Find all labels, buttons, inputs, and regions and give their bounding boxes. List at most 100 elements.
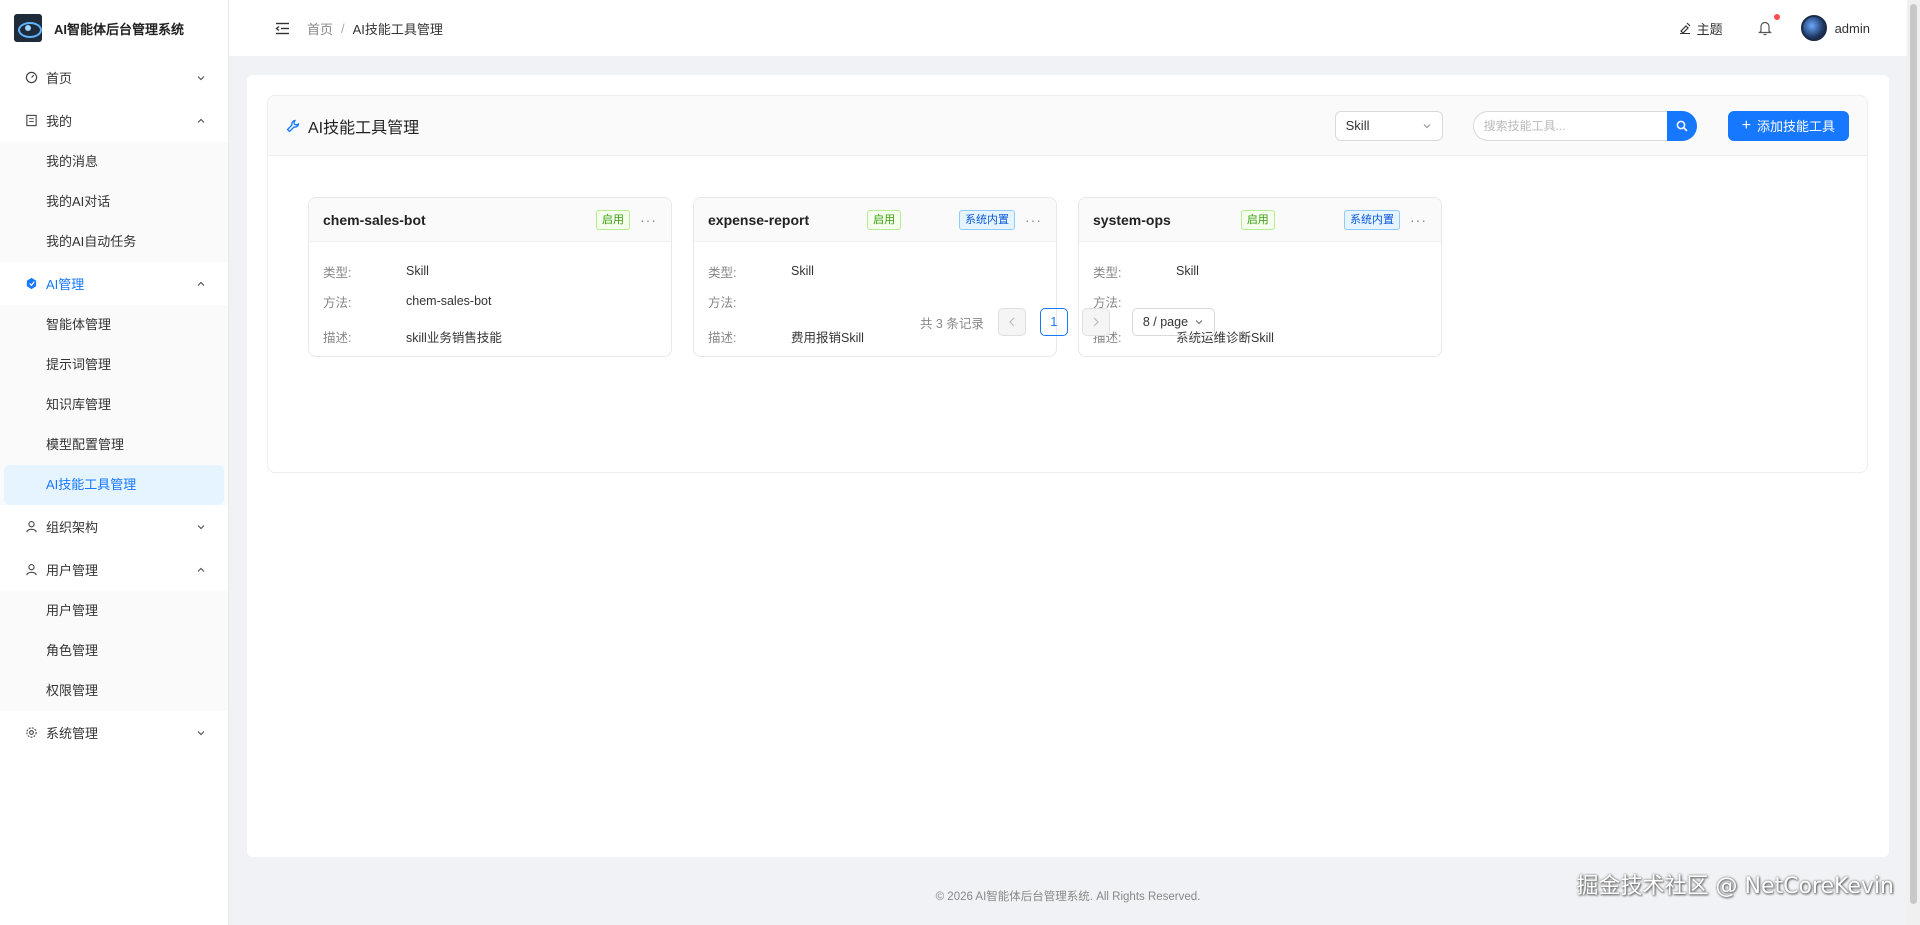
next-page-button[interactable] [1081,308,1110,336]
search-icon [1676,120,1688,132]
search-box [1472,110,1697,141]
top-header: 首页 / AI技能工具管理 主题 admin [229,0,1907,56]
tool-card-header: system-ops 启用 系统内置 ··· [1079,198,1441,242]
tool-name: expense-report [708,211,810,228]
type-label: 类型: [323,265,352,280]
main-content: AI技能工具管理 Skill + 添加技能工具 [247,75,1889,857]
plus-icon: + [1741,116,1751,134]
user-icon [24,520,38,534]
menu-group-label: 用户管理 [46,563,99,578]
header-actions: 主题 admin [1679,14,1907,41]
tool-card-body: 类型: Skill 方法: 描述: 费用报销Skill [694,242,1056,354]
menu-group-ai-management[interactable]: AI管理 [0,262,228,305]
sidebar-item-my-messages[interactable]: 我的消息 [0,142,228,182]
chevron-down-icon [196,522,206,532]
bell-icon[interactable] [1757,14,1780,37]
more-icon[interactable]: ··· [640,212,657,228]
chevron-up-icon [196,565,206,575]
watermark: 掘金技术社区 @ NetCoreKevin [1576,874,1894,899]
sidebar-item-knowledge-base[interactable]: 知识库管理 [0,385,228,425]
scrollbar[interactable] [1907,0,1920,925]
sidebar-menu: 首页 我的 我的消息 我的AI对话 我的AI自动任务 AI管理 智能体管理 提示… [0,56,228,754]
more-icon[interactable]: ··· [1410,212,1427,228]
prev-page-button[interactable] [997,308,1026,336]
builtin-badge: 系统内置 [1344,209,1400,230]
sidebar-item-prompts[interactable]: 提示词管理 [0,345,228,385]
user-menu[interactable]: admin [1800,15,1870,41]
sidebar-item-users[interactable]: 用户管理 [0,591,228,631]
breadcrumb: 首页 / AI技能工具管理 [307,19,443,38]
search-button[interactable] [1666,110,1697,141]
add-button-label: 添加技能工具 [1756,119,1835,134]
tool-name: system-ops [1093,211,1171,228]
sidebar-item-agents[interactable]: 智能体管理 [0,305,228,345]
chevron-down-icon [1195,320,1203,325]
type-label: 类型: [708,265,737,280]
menu-group-mine[interactable]: 我的 [0,99,228,142]
chevron-down-icon [1423,123,1431,128]
status-badge: 启用 [867,209,902,230]
sidebar-item-roles[interactable]: 角色管理 [0,631,228,671]
menu-group-home[interactable]: 首页 [0,56,228,99]
tool-card-header: expense-report 启用 系统内置 ··· [694,198,1056,242]
search-input[interactable] [1472,110,1667,141]
sidebar-item-ai-skill-tools[interactable]: AI技能工具管理 [4,465,224,505]
type-label: 类型: [1093,265,1122,280]
theme-button[interactable]: 主题 [1679,19,1723,38]
sidebar-item-model-config[interactable]: 模型配置管理 [0,425,228,465]
card-tools: Skill + 添加技能工具 [1334,110,1849,141]
user-icon [24,563,38,577]
menu-group-organization[interactable]: 组织架构 [0,505,228,548]
menu-fold-icon[interactable] [274,20,290,36]
page-title-text: AI技能工具管理 [308,119,420,137]
menu-group-system[interactable]: 系统管理 [0,711,228,754]
skill-tools-card: AI技能工具管理 Skill + 添加技能工具 [267,95,1868,473]
sidebar-item-my-ai-chat[interactable]: 我的AI对话 [0,182,228,222]
submenu-mine: 我的消息 我的AI对话 我的AI自动任务 [0,142,228,262]
logo [14,14,42,42]
breadcrumb-separator: / [341,20,345,36]
menu-group-label: 组织架构 [46,520,99,535]
app-title: AI智能体后台管理系统 [54,21,185,37]
profile-icon [24,114,38,128]
menu-group-label: 系统管理 [46,726,99,741]
more-icon[interactable]: ··· [1025,212,1042,228]
ai-icon [24,277,38,291]
dashboard-icon [24,71,38,85]
sidebar: AI智能体后台管理系统 首页 我的 我的消息 我的AI对话 我的AI自动任务 A… [0,0,229,925]
username: admin [1834,20,1870,36]
type-value: Skill [1176,264,1199,278]
add-skill-tool-button[interactable]: + 添加技能工具 [1727,110,1849,141]
breadcrumb-home[interactable]: 首页 [307,19,333,38]
page-number[interactable]: 1 [1039,308,1068,336]
chevron-up-icon [196,116,206,126]
tool-card-body: 类型: Skill 方法: chem-sales-bot 描述: skill业务销售技… [309,242,671,354]
chevron-up-icon [196,279,206,289]
sidebar-item-my-ai-tasks[interactable]: 我的AI自动任务 [0,222,228,262]
notification-dot [1773,14,1780,20]
type-select[interactable]: Skill [1334,110,1443,141]
avatar [1800,15,1827,41]
submenu-ai-management: 智能体管理 提示词管理 知识库管理 模型配置管理 AI技能工具管理 [0,305,228,505]
menu-group-user-management[interactable]: 用户管理 [0,548,228,591]
breadcrumb-current: AI技能工具管理 [352,21,443,37]
wrench-icon [286,119,300,132]
menu-group-label: 我的 [46,114,73,129]
pagination: 共 3 条记录 1 8 / page [268,308,1867,336]
chevron-left-icon [1009,317,1015,327]
tool-card-header: chem-sales-bot 启用 ··· [309,198,671,242]
paint-brush-icon [1679,22,1690,34]
card-header: AI技能工具管理 Skill + 添加技能工具 [268,96,1867,156]
page-size-value: 8 / page [1142,315,1189,329]
page-size-select[interactable]: 8 / page [1131,308,1216,336]
menu-group-label: AI管理 [46,277,85,292]
status-badge: 启用 [596,209,630,230]
type-value: Skill [791,264,814,278]
theme-label: 主题 [1696,21,1723,37]
scrollbar-thumb[interactable] [1910,4,1917,904]
brand[interactable]: AI智能体后台管理系统 [0,0,228,56]
sidebar-item-permissions[interactable]: 权限管理 [0,671,228,711]
gear-icon [24,726,38,740]
method-value: chem-sales-bot [406,294,492,308]
builtin-badge: 系统内置 [959,209,1015,230]
